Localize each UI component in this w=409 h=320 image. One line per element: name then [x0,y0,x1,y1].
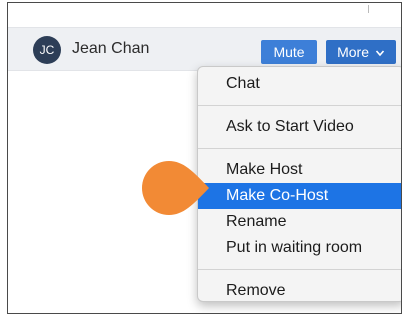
participant-name: Jean Chan [72,40,150,57]
menu-divider [198,105,401,106]
participant-row[interactable]: JC Jean Chan Mute More [8,27,401,71]
mute-button[interactable]: Mute [261,40,317,64]
more-button-label: More [337,44,369,60]
menu-divider [198,269,401,270]
menu-item-make-host[interactable]: Make Host [198,157,401,183]
menu-item-remove[interactable]: Remove [198,278,401,304]
pointer-callout-icon [141,161,209,215]
participant-panel: JC Jean Chan Mute More Chat Ask to Start… [7,2,402,314]
menu-item-put-in-waiting-room[interactable]: Put in waiting room [198,235,401,261]
menu-item-chat[interactable]: Chat [198,71,401,97]
scrollbar-tick [368,5,369,13]
menu-item-make-co-host[interactable]: Make Co-Host [198,183,401,209]
avatar: JC [33,36,61,64]
menu-item-rename[interactable]: Rename [198,209,401,235]
menu-divider [198,148,401,149]
more-button[interactable]: More [326,40,396,64]
chevron-down-icon [375,50,384,57]
menu-item-ask-to-start-video[interactable]: Ask to Start Video [198,114,401,140]
participant-context-menu: Chat Ask to Start Video Make Host Make C… [197,66,401,304]
